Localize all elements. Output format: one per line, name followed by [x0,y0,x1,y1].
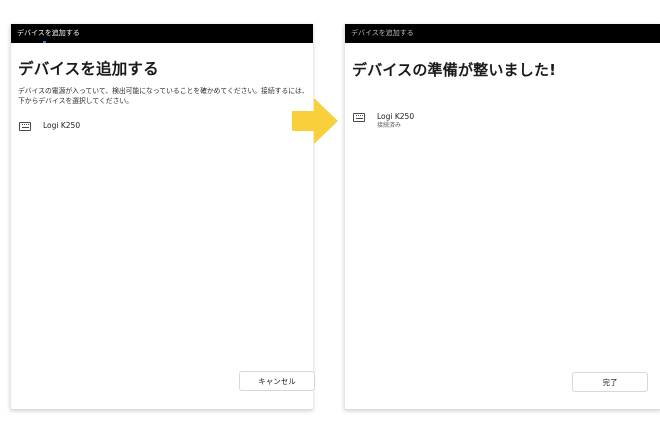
device-list-item[interactable]: Logi K250 [19,121,80,131]
dialog-description: デバイスの電源が入っていて、検出可能になっていることを確かめてください。接続する… [18,87,309,105]
device-name: Logi K250 [377,112,415,121]
cancel-button[interactable]: キャンセル [239,371,315,391]
window-titlebar: デバイスを追加する [11,24,313,43]
arrow-right-icon [292,98,338,144]
dialog-heading: デバイスを追加する [18,60,159,78]
dialog-heading: デバイスの準備が整いました! [352,61,557,79]
window-title: デバイスを追加する [351,29,414,37]
keyboard-icon [19,122,31,131]
done-button[interactable]: 完了 [572,372,648,392]
device-ready-dialog: デバイスを追加する デバイスの準備が整いました! Logi K250 接続済み … [344,24,660,410]
focus-accent [43,41,46,43]
device-status: 接続済み [377,122,402,129]
keyboard-icon [353,113,365,122]
window-title: デバイスを追加する [17,29,80,37]
device-name: Logi K250 [43,121,81,130]
window-titlebar: デバイスを追加する [345,24,660,43]
add-device-dialog: デバイスを追加する デバイスを追加する デバイスの電源が入っていて、検出可能にな… [10,24,315,410]
connected-device-item: Logi K250 接続済み [353,112,414,130]
